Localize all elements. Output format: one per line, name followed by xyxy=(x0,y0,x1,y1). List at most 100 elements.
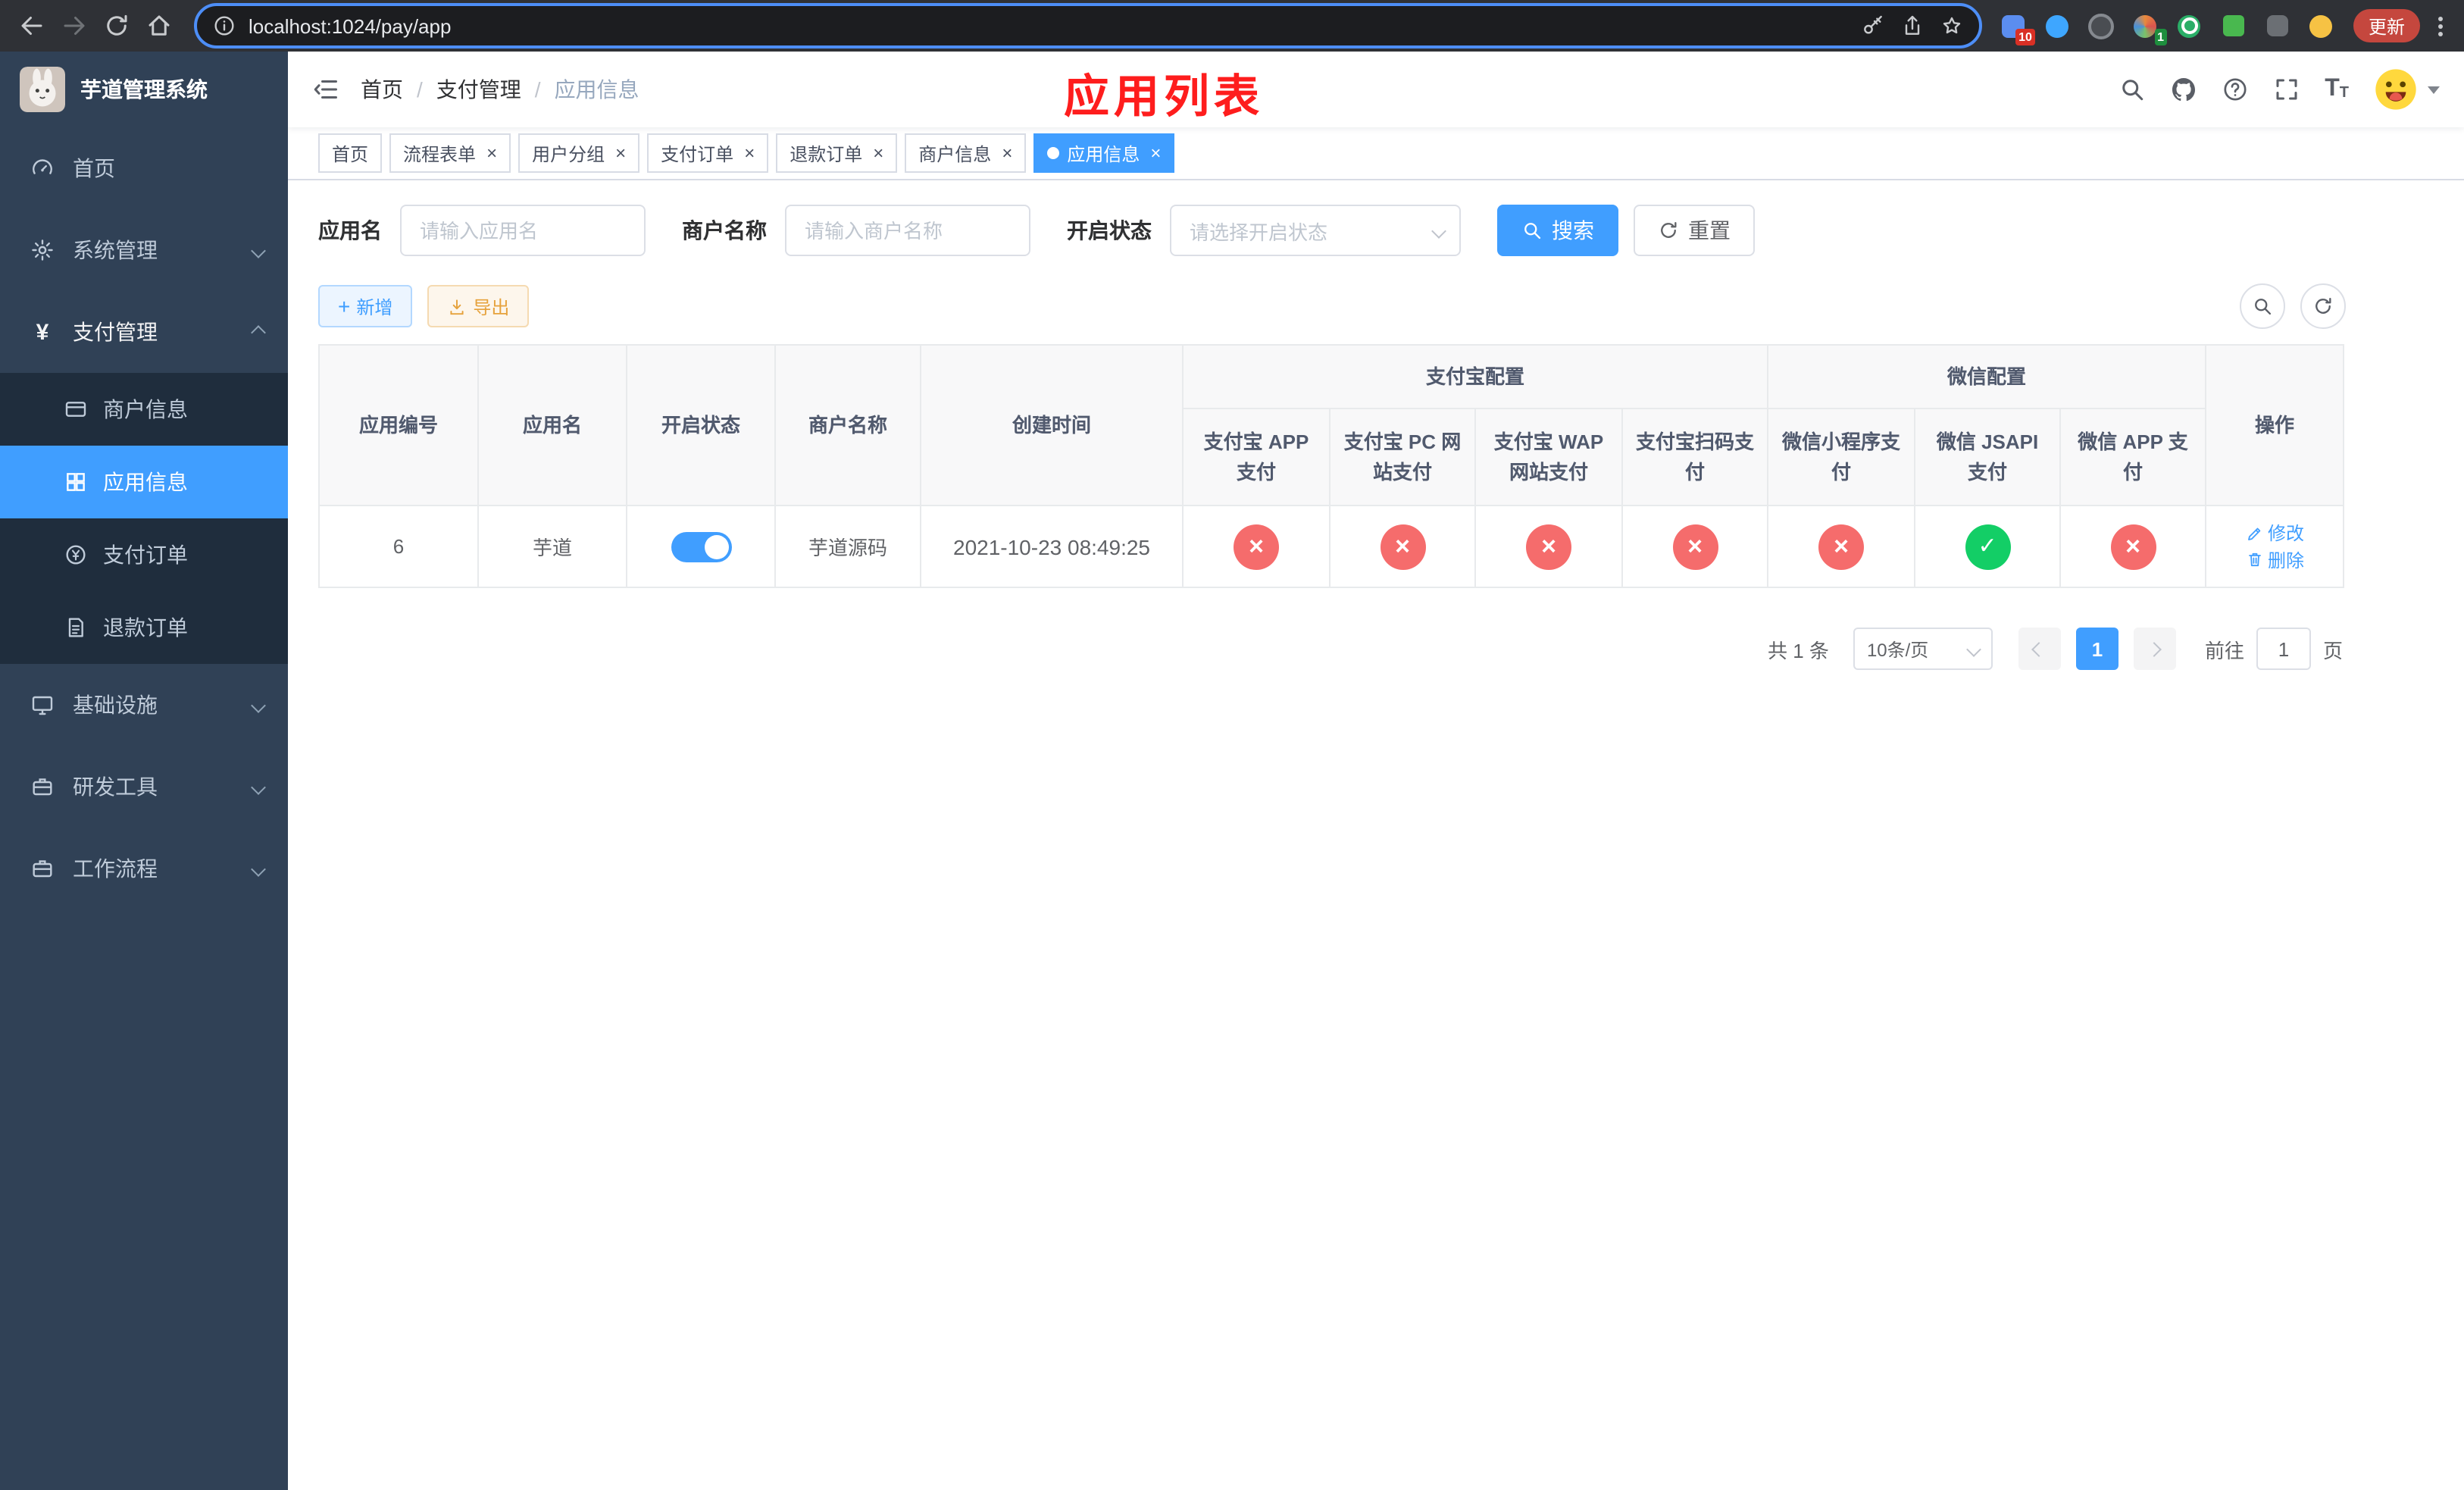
reset-button[interactable]: 重置 xyxy=(1634,205,1755,256)
sidebar-item-app-info[interactable]: 应用信息 xyxy=(0,446,288,518)
extension-profile-icon[interactable]: 1 xyxy=(2129,9,2167,45)
navbar-actions: TT xyxy=(2118,67,2440,112)
sidebar-item-home[interactable]: 首页 xyxy=(0,127,288,209)
caret-down-icon xyxy=(2428,86,2440,93)
share-icon[interactable] xyxy=(1900,14,1925,38)
tab-home[interactable]: 首页 xyxy=(318,133,383,173)
tab-close-icon[interactable]: × xyxy=(615,144,626,162)
breadcrumb-separator: / xyxy=(417,77,423,102)
prev-page-button[interactable] xyxy=(2018,628,2061,670)
sidebar-item-payment[interactable]: ¥ 支付管理 xyxy=(0,291,288,373)
export-button[interactable]: 导出 xyxy=(427,285,530,327)
extension-emoji-icon[interactable] xyxy=(2305,9,2338,42)
app-name-label: 应用名 xyxy=(318,218,382,243)
tab-close-icon[interactable]: × xyxy=(1150,144,1161,162)
refresh-button[interactable] xyxy=(2300,283,2346,329)
user-avatar-menu[interactable] xyxy=(2373,67,2440,112)
toggle-search-button[interactable] xyxy=(2240,283,2285,329)
cell-merchant: 芋道源码 xyxy=(774,505,921,588)
tab-close-icon[interactable]: × xyxy=(873,144,883,162)
current-page-button[interactable]: 1 xyxy=(2075,628,2118,670)
edit-link[interactable]: 修改 xyxy=(2245,520,2304,546)
browser-update-button[interactable]: 更新 xyxy=(2353,9,2420,42)
site-info-icon[interactable] xyxy=(212,14,236,38)
tags-view-bar: 首页 流程表单 × 用户分组 × 支付订单 × 退款订单 × 商户信息 × 应用信息 × xyxy=(288,127,2464,180)
delete-link[interactable]: 删除 xyxy=(2245,546,2304,572)
extension-dark-puzzle-icon[interactable] xyxy=(2261,9,2294,42)
merchant-name-input[interactable] xyxy=(785,205,1030,256)
tab-label: 首页 xyxy=(332,143,369,164)
github-icon[interactable] xyxy=(2170,76,2197,103)
sidebar-item-label: 基础设施 xyxy=(73,693,158,717)
tab-process-form[interactable]: 流程表单 × xyxy=(389,133,511,173)
delete-link-label: 删除 xyxy=(2268,549,2305,571)
sidebar-item-dev-tools[interactable]: 研发工具 xyxy=(0,746,288,828)
search-icon[interactable] xyxy=(2118,76,2146,103)
status-alipay-wap-icon: × xyxy=(1526,524,1571,569)
group-header-alipay: 支付宝配置 xyxy=(1181,344,1769,409)
plus-icon: + xyxy=(338,294,351,318)
status-alipay-pc-icon: × xyxy=(1380,524,1425,569)
bookmark-star-icon[interactable] xyxy=(1940,14,1964,38)
chevron-down-icon xyxy=(251,243,266,258)
help-icon[interactable] xyxy=(2222,76,2249,103)
breadcrumb-home[interactable]: 首页 xyxy=(361,74,403,105)
fullscreen-icon[interactable] xyxy=(2273,76,2300,103)
app-logo[interactable]: 芋道管理系统 xyxy=(0,52,288,127)
tab-close-icon[interactable]: × xyxy=(744,144,755,162)
sidebar-item-system[interactable]: 系统管理 xyxy=(0,209,288,291)
text-size-icon[interactable]: TT xyxy=(2325,77,2349,102)
tab-merchant-info[interactable]: 商户信息 × xyxy=(905,133,1027,173)
sidebar-item-infrastructure[interactable]: 基础设施 xyxy=(0,664,288,746)
tab-app-info[interactable]: 应用信息 × xyxy=(1033,133,1175,173)
url-text[interactable]: localhost:1024/pay/app xyxy=(249,14,1861,37)
browser-home-button[interactable] xyxy=(139,6,179,45)
breadcrumb-payment[interactable]: 支付管理 xyxy=(436,74,521,105)
extension-sphere-icon[interactable] xyxy=(2085,9,2118,42)
password-key-icon[interactable] xyxy=(1861,14,1885,38)
avatar xyxy=(2373,67,2419,112)
url-bar[interactable]: localhost:1024/pay/app xyxy=(194,3,1982,49)
app-table: 应用编号 应用名 开启状态 商户名称 创建时间 支付宝配置 微信配置 操作 支付… xyxy=(318,344,2345,588)
sidebar-item-label: 应用信息 xyxy=(103,470,188,494)
sidebar-collapse-icon[interactable] xyxy=(312,76,339,103)
tab-close-icon[interactable]: × xyxy=(486,144,497,162)
extension-drop-icon[interactable] xyxy=(2041,9,2075,42)
sidebar-item-label: 研发工具 xyxy=(73,775,158,799)
extension-wechat-icon[interactable] xyxy=(2173,9,2206,42)
goto-page-input[interactable] xyxy=(2256,628,2311,670)
sidebar-item-merchant-info[interactable]: 商户信息 xyxy=(0,373,288,446)
page-size-select[interactable]: 10条/页 xyxy=(1853,628,1993,670)
page-unit-label: 页 xyxy=(2322,639,2343,662)
column-header: 应用编号 xyxy=(318,344,479,506)
status-select[interactable]: 请选择开启状态 xyxy=(1170,205,1461,256)
sidebar-item-workflow[interactable]: 工作流程 xyxy=(0,828,288,909)
add-button[interactable]: + 新增 xyxy=(318,285,413,327)
next-page-button[interactable] xyxy=(2133,628,2176,670)
extension-note-icon[interactable] xyxy=(2217,9,2250,42)
tab-user-group[interactable]: 用户分组 × xyxy=(518,133,640,173)
extension-badge: 1 xyxy=(2154,29,2167,45)
browser-forward-button[interactable] xyxy=(55,6,94,45)
top-navbar: 首页 / 支付管理 / 应用信息 应用列表 TT xyxy=(288,52,2464,127)
chevron-down-icon xyxy=(1431,223,1446,238)
column-header: 微信 JSAPI 支付 xyxy=(1914,408,2062,506)
status-toggle[interactable] xyxy=(671,531,731,562)
extension-puzzle-icon[interactable]: 10 xyxy=(1997,9,2035,45)
browser-back-button[interactable] xyxy=(12,6,52,45)
column-header: 应用名 xyxy=(477,344,627,506)
tab-close-icon[interactable]: × xyxy=(1002,144,1012,162)
sidebar-item-pay-orders[interactable]: 支付订单 xyxy=(0,518,288,591)
browser-menu-icon[interactable] xyxy=(2429,16,2452,36)
sidebar-item-label: 支付管理 xyxy=(73,320,158,344)
app-name-input[interactable] xyxy=(400,205,646,256)
tab-pay-orders[interactable]: 支付订单 × xyxy=(647,133,769,173)
logo-avatar xyxy=(20,67,65,112)
tab-refund-orders[interactable]: 退款订单 × xyxy=(776,133,898,173)
main-area: 首页 / 支付管理 / 应用信息 应用列表 TT 首页 流程表单 × 用户分组 … xyxy=(288,52,2464,1490)
cell-created-time: 2021-10-23 08:49:25 xyxy=(920,505,1184,588)
page-content: 应用名 商户名称 开启状态 请选择开启状态 搜索 xyxy=(288,180,2464,670)
sidebar-item-refund-orders[interactable]: 退款订单 xyxy=(0,591,288,664)
browser-reload-button[interactable] xyxy=(97,6,136,45)
search-button[interactable]: 搜索 xyxy=(1497,205,1618,256)
